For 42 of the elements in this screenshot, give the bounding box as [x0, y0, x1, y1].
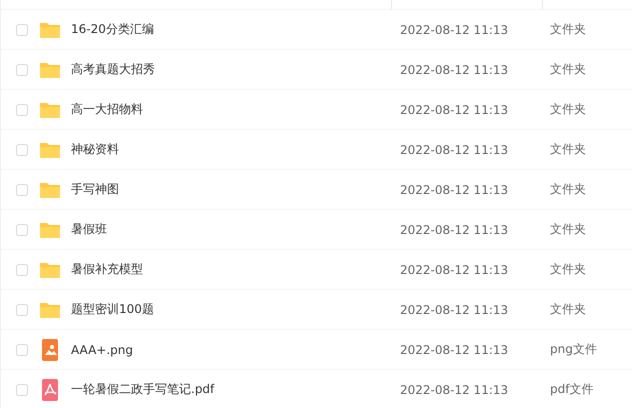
modified-date: 2022-08-12 11:13 — [399, 222, 510, 236]
file-name[interactable]: 手写神图 — [71, 181, 119, 198]
modified-date: 2022-08-12 11:13 — [399, 102, 510, 116]
checkbox[interactable] — [16, 344, 28, 356]
modified-date: 2022-08-12 11:13 — [399, 142, 510, 156]
file-type: 文件夹 — [549, 101, 587, 118]
file-type: 文件夹 — [549, 21, 587, 38]
file-name[interactable]: 16-20分类汇编 — [71, 21, 154, 38]
file-type: 文件夹 — [549, 301, 587, 318]
file-name[interactable]: 神秘资料 — [71, 141, 119, 158]
checkbox[interactable] — [16, 304, 28, 316]
pdf-file-icon — [39, 378, 61, 400]
image-file-icon — [39, 338, 61, 360]
file-type: png文件 — [549, 341, 598, 358]
checkbox[interactable] — [16, 384, 28, 396]
checkbox[interactable] — [16, 24, 28, 36]
file-name[interactable]: 暑假补充模型 — [71, 261, 143, 278]
file-type: 文件夹 — [549, 181, 587, 198]
file-type: 文件夹 — [549, 221, 587, 238]
modified-date: 2022-08-12 11:13 — [399, 62, 510, 76]
file-name[interactable]: AAA+.png — [71, 342, 134, 356]
file-name[interactable]: 高一大招物料 — [71, 101, 143, 118]
checkbox[interactable] — [16, 264, 28, 276]
modified-date: 2022-08-12 11:13 — [399, 342, 510, 356]
file-type: 文件夹 — [549, 61, 587, 78]
modified-date: 2022-08-12 11:13 — [399, 262, 510, 276]
modified-date: 2022-08-12 11:13 — [399, 22, 510, 36]
checkbox[interactable] — [16, 144, 28, 156]
modified-date: 2022-08-12 11:13 — [399, 302, 510, 316]
file-name[interactable]: 高考真题大招秀 — [71, 61, 155, 78]
file-type: 文件夹 — [549, 261, 587, 278]
modified-date: 2022-08-12 11:13 — [399, 182, 510, 196]
file-type: pdf文件 — [549, 381, 594, 398]
checkbox[interactable] — [16, 184, 28, 196]
file-name[interactable]: 一轮暑假二政手写笔记.pdf — [71, 381, 214, 398]
checkbox[interactable] — [16, 224, 28, 236]
checkbox[interactable] — [16, 104, 28, 116]
modified-date: 2022-08-12 11:13 — [399, 382, 510, 396]
checkbox[interactable] — [16, 64, 28, 76]
file-name[interactable]: 暑假班 — [71, 221, 107, 238]
file-type: 文件夹 — [549, 141, 587, 158]
file-name[interactable]: 题型密训100题 — [71, 301, 154, 318]
